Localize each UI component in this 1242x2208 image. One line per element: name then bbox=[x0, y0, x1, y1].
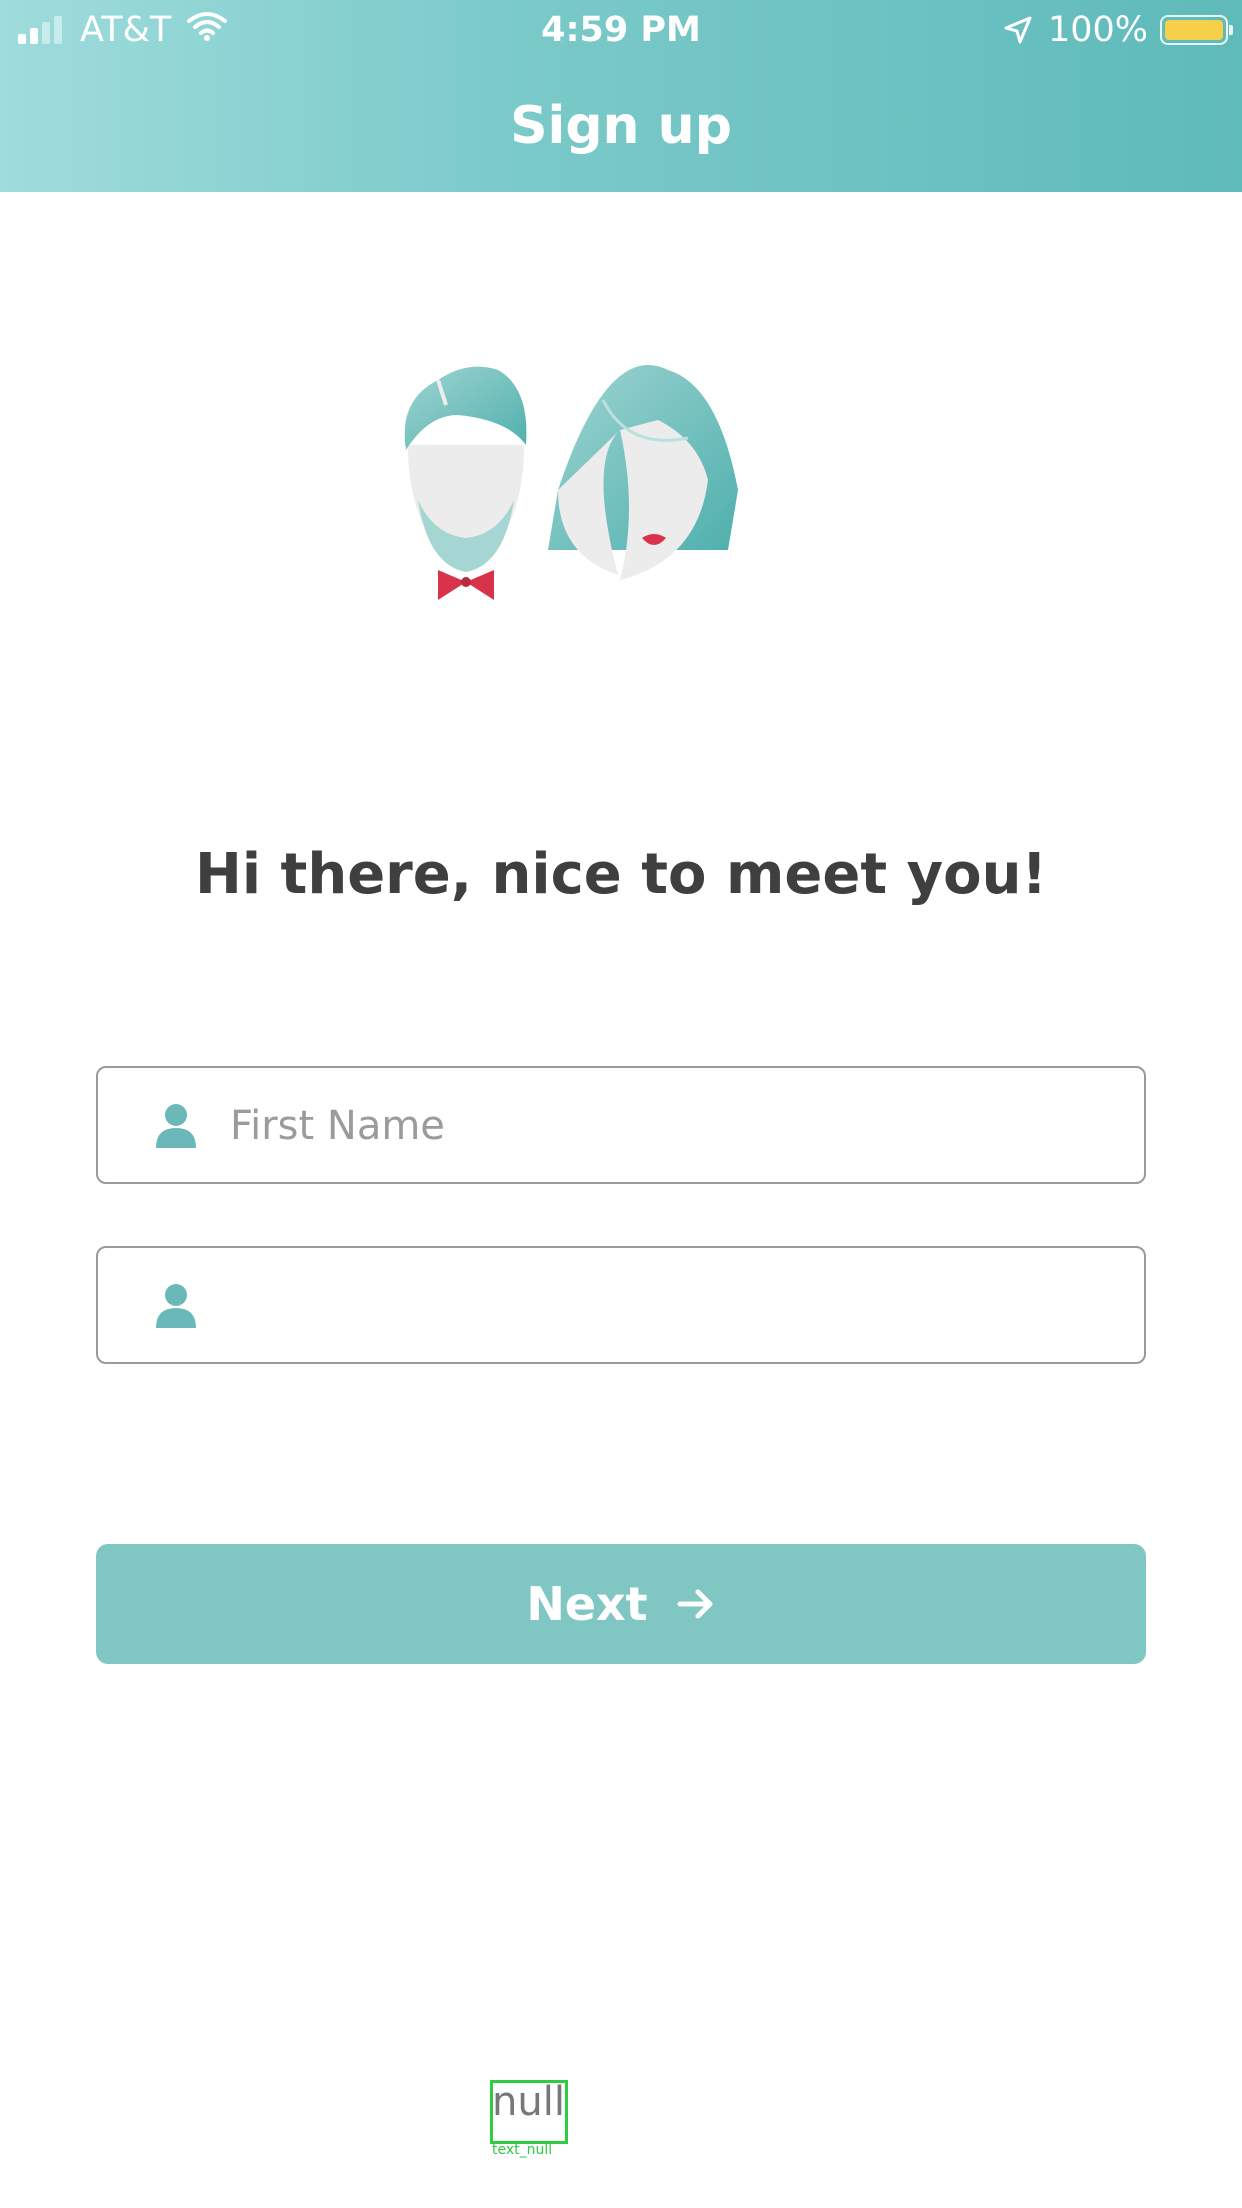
next-button[interactable]: Next bbox=[96, 1544, 1146, 1664]
status-right: 100% bbox=[1004, 10, 1233, 50]
greeting-heading: Hi there, nice to meet you! bbox=[195, 842, 1047, 907]
first-name-field[interactable] bbox=[96, 1066, 1146, 1184]
bottom-null-text: null bbox=[492, 2079, 565, 2125]
woman-avatar bbox=[548, 365, 738, 580]
person-icon bbox=[154, 1282, 198, 1332]
person-icon bbox=[154, 1102, 198, 1152]
battery-percent: 100% bbox=[1047, 10, 1148, 50]
man-avatar bbox=[404, 366, 527, 600]
next-button-label: Next bbox=[526, 1577, 648, 1631]
first-name-input[interactable] bbox=[228, 1088, 1112, 1164]
battery-icon bbox=[1160, 15, 1233, 45]
bottom-null-tag: text_null bbox=[492, 2142, 553, 2158]
page-title: Sign up bbox=[510, 96, 732, 156]
last-name-field[interactable] bbox=[96, 1246, 1146, 1364]
arrow-right-icon bbox=[676, 1586, 716, 1622]
last-name-input[interactable] bbox=[228, 1268, 1112, 1344]
status-bar: AT&T 4:59 PM 100% bbox=[0, 0, 1242, 62]
header: AT&T 4:59 PM 100% Sign up bbox=[0, 0, 1242, 192]
couple-illustration bbox=[398, 360, 838, 614]
location-arrow-icon bbox=[1004, 16, 1032, 44]
